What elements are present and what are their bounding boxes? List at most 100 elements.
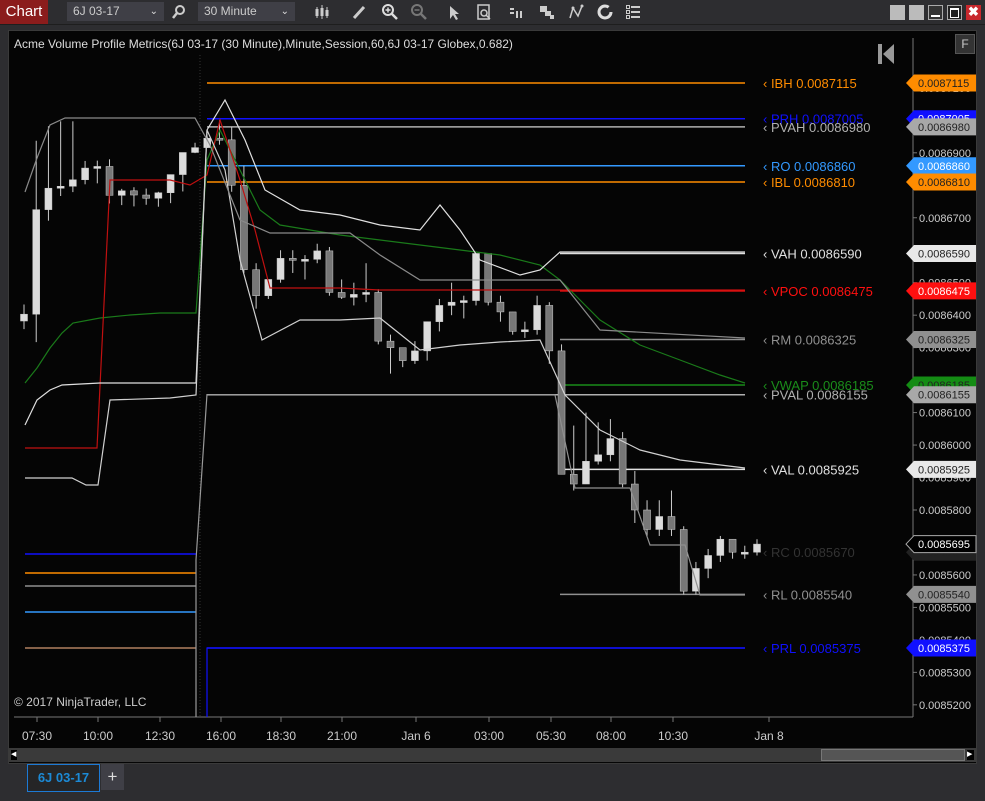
level-label-prl: ‹ PRL 0.0085375 <box>763 641 861 656</box>
x-tick-label: 18:30 <box>266 729 296 743</box>
candle-body <box>56 186 65 189</box>
x-tick-label: 12:30 <box>145 729 175 743</box>
y-tick-label: 0.0086000 <box>919 440 971 452</box>
level-label-val: ‹ VAL 0.0085925 <box>763 462 859 477</box>
candle-body <box>460 300 468 303</box>
level-label-pvah: ‹ PVAH 0.0086980 <box>763 120 870 135</box>
f-button[interactable]: F <box>955 34 975 54</box>
candle-body <box>240 185 248 270</box>
level-label-rm: ‹ RM 0.0086325 <box>763 333 856 348</box>
candle-body <box>362 292 370 295</box>
candle-body <box>20 313 28 322</box>
candle-body <box>741 551 749 555</box>
candle-body <box>533 305 541 331</box>
level-label-vah: ‹ VAH 0.0086590 <box>763 246 862 261</box>
tab-bar: 6J 03-17 + <box>0 764 985 801</box>
x-tick-label: 07:30 <box>22 729 52 743</box>
price-marker-label: 0.0087115 <box>918 78 969 90</box>
vah-curve <box>24 98 745 426</box>
candle-body <box>594 454 602 462</box>
y-tick-label: 0.0085300 <box>919 667 971 679</box>
horizontal-scrollbar[interactable]: ◀ ▶ <box>8 748 977 762</box>
y-tick-label: 0.0086700 <box>919 213 971 225</box>
scroll-right-icon[interactable]: ▶ <box>967 750 974 760</box>
candle-body <box>545 305 554 352</box>
x-tick-label: 08:00 <box>596 729 626 743</box>
candle-body <box>313 250 321 260</box>
candle-body <box>508 311 517 332</box>
candle-body <box>484 253 492 303</box>
scroll-thumb[interactable] <box>821 749 965 761</box>
level-label-rl: ‹ RL 0.0085540 <box>763 587 852 602</box>
candle-body <box>374 292 383 342</box>
candle-body <box>423 321 431 352</box>
candle-body <box>117 190 126 196</box>
candle-body <box>325 250 334 293</box>
candle-body <box>679 529 688 592</box>
jump-to-end-icon[interactable] <box>878 44 882 64</box>
candle-body <box>350 294 358 298</box>
val-curve <box>25 129 746 486</box>
candle-body <box>276 258 285 280</box>
jump-to-end-icon-arrow[interactable] <box>883 44 894 64</box>
y-tick-label: 0.0085500 <box>919 602 971 614</box>
x-tick-label: 21:00 <box>327 729 357 743</box>
candle-body <box>289 258 297 261</box>
level-label-ro: ‹ RO 0.0086860 <box>763 159 856 174</box>
candle-body <box>496 301 505 313</box>
y-tick-label: 0.0085800 <box>919 505 971 517</box>
rm-curve <box>24 117 746 339</box>
candle-body <box>606 438 615 456</box>
pval-jump <box>195 393 208 717</box>
level-label-rc: ‹ RC 0.0085670 <box>763 545 855 560</box>
copyright-text: © 2017 NinjaTrader, LLC <box>14 695 147 709</box>
price-marker-label: 0.0086155 <box>918 390 970 402</box>
x-tick-label: 03:00 <box>474 729 504 743</box>
rl-curve <box>207 394 745 596</box>
indicator-title: Acme Volume Profile Metrics(6J 03-17 (30… <box>14 37 513 51</box>
level-label-ibl: ‹ IBL 0.0086810 <box>763 175 855 190</box>
candle-body <box>32 209 40 315</box>
candle-body <box>93 166 102 169</box>
candle-body <box>44 187 53 210</box>
add-tab-button[interactable]: + <box>101 764 124 790</box>
candle-body <box>631 483 639 511</box>
candle-body <box>582 461 590 485</box>
tab-6j-03-17[interactable]: 6J 03-17 <box>27 764 100 792</box>
x-tick-label: 10:00 <box>83 729 113 743</box>
candle-body <box>655 516 664 530</box>
candle-body <box>728 538 737 553</box>
y-tick-label: 0.0086100 <box>919 408 971 420</box>
candle-body <box>191 147 199 153</box>
price-marker-label: 0.0085925 <box>918 464 970 476</box>
level-label-ibh: ‹ IBH 0.0087115 <box>763 76 857 91</box>
vwap-curve <box>24 128 746 384</box>
x-tick-label: Jan 6 <box>401 729 431 743</box>
level-label-pval: ‹ PVAL 0.0086155 <box>763 388 868 403</box>
candle-body <box>753 543 761 553</box>
level-label-vpoc: ‹ VPOC 0.0086475 <box>763 284 873 299</box>
candle-body <box>252 269 260 296</box>
scroll-left-icon[interactable]: ◀ <box>11 750 17 760</box>
x-tick-label: 05:30 <box>536 729 566 743</box>
candle-body <box>142 194 150 199</box>
candle-body <box>337 292 346 298</box>
candle-body <box>386 340 395 348</box>
candle-body <box>667 516 676 530</box>
candle-body <box>704 555 712 569</box>
price-marker-label: 0.0085540 <box>918 589 970 601</box>
price-marker-label: 0.0085375 <box>918 643 970 655</box>
candle-body <box>472 253 480 301</box>
candle-body <box>435 305 444 322</box>
y-tick-label: 0.0085200 <box>919 700 971 712</box>
x-tick-label: Jan 8 <box>754 729 784 743</box>
price-chart[interactable]: 0.00852000.00853000.00854000.00855000.00… <box>0 0 985 801</box>
x-tick-label: 10:30 <box>658 729 688 743</box>
candle-body <box>301 259 309 262</box>
price-marker-label: 0.0086325 <box>918 335 970 347</box>
candle-body <box>618 438 627 485</box>
candle-body <box>81 167 89 181</box>
candle-body <box>521 329 529 333</box>
candle-body <box>398 347 407 361</box>
candle-body <box>69 179 77 187</box>
